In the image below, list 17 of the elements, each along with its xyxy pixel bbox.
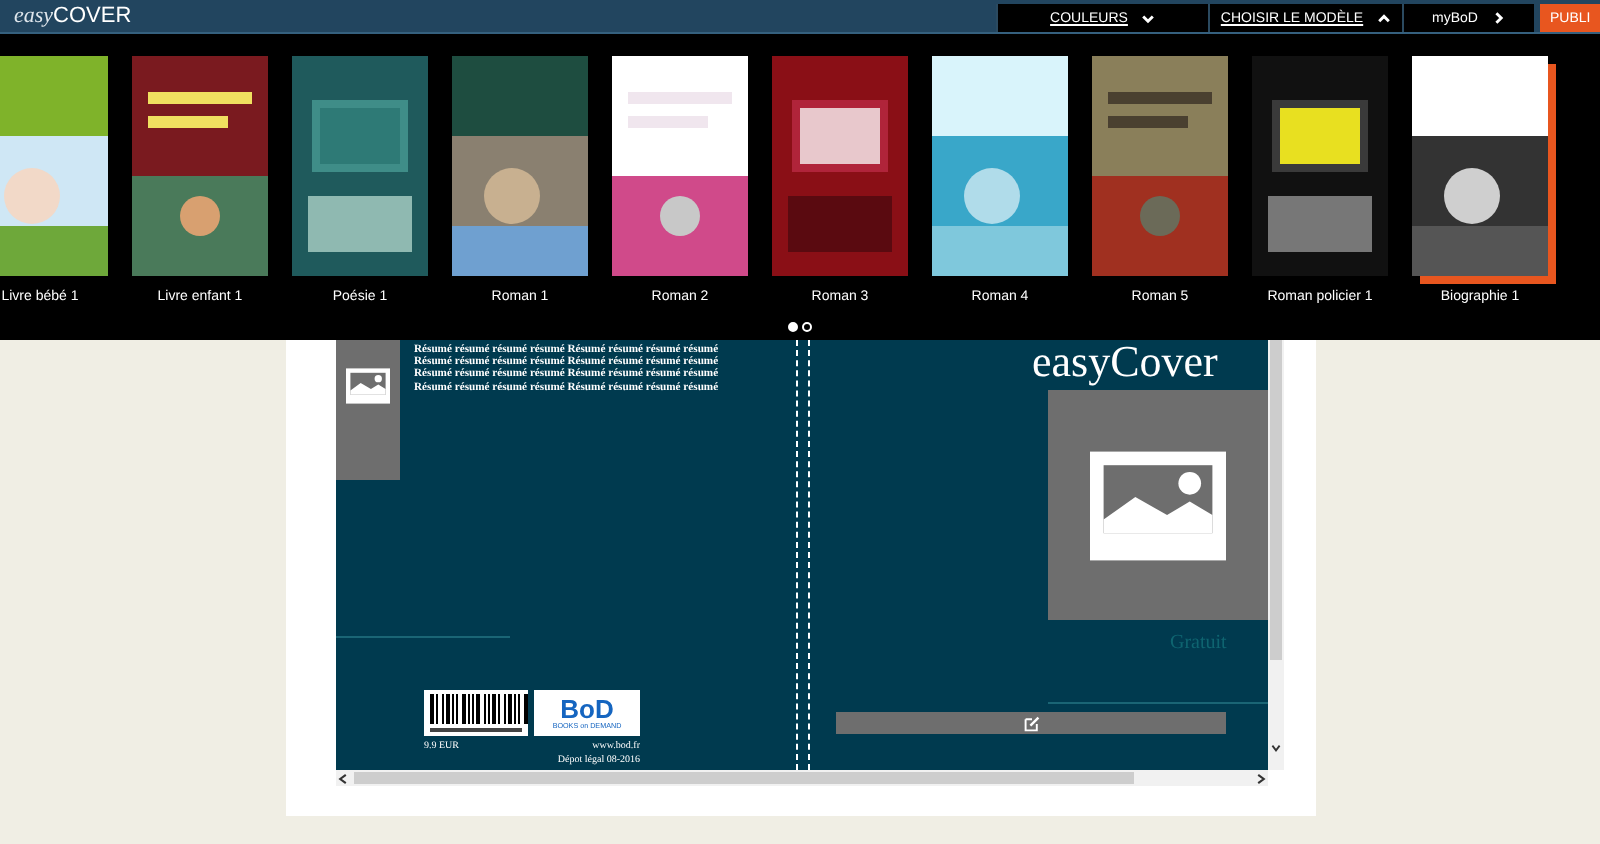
image-icon [1090,447,1226,563]
chevron-up-icon [1375,10,1392,26]
front-image-placeholder[interactable] [1048,390,1268,620]
logo[interactable]: easyCOVER [0,0,132,32]
edit-icon [1023,715,1039,731]
pager-dot[interactable] [788,322,798,332]
horizontal-scrollbar[interactable] [336,770,1268,786]
barcode-icon [424,690,528,736]
chevron-down-icon [1270,742,1282,754]
chevron-down-icon [1139,10,1156,26]
chevron-right-icon [1254,771,1268,785]
vertical-scrollbar[interactable] [1268,340,1284,770]
back-image-placeholder[interactable] [336,340,400,480]
cover-title[interactable]: easyCover [1032,340,1218,384]
pager-dot[interactable] [802,322,812,332]
image-icon [346,368,390,404]
chevron-left-icon [336,771,350,785]
